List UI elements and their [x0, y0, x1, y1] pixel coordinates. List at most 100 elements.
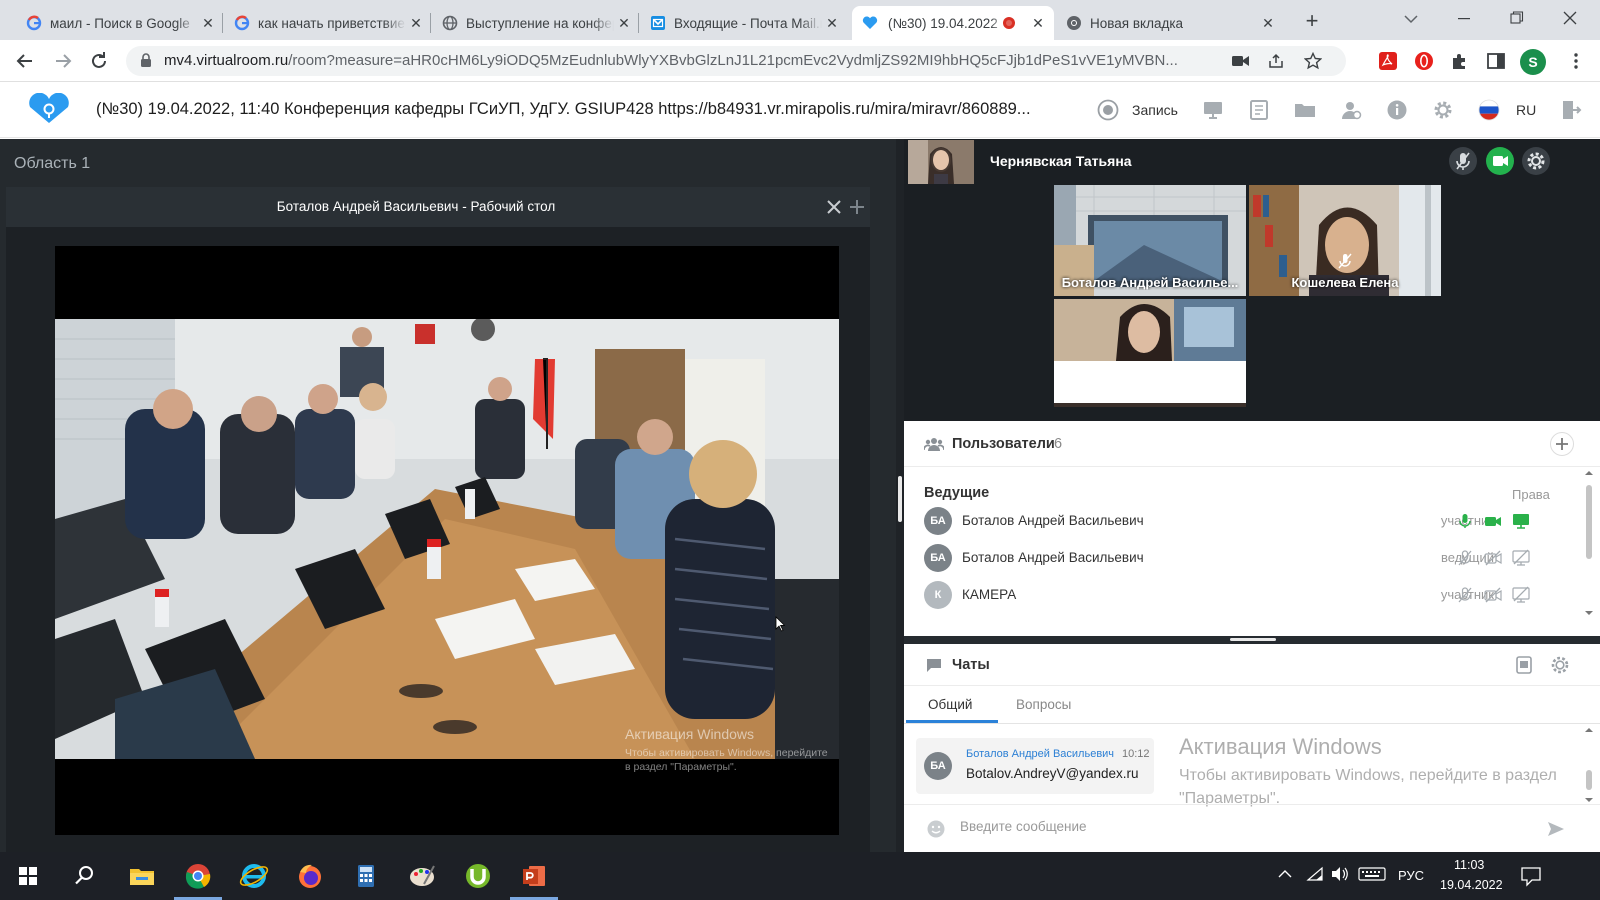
profile-avatar[interactable]: S — [1520, 49, 1546, 75]
paint-icon[interactable] — [406, 860, 438, 892]
user-row[interactable]: БА Боталов Андрей Васильевич ведущий — [924, 542, 1560, 576]
user-row[interactable]: БА Боталов Андрей Васильевич участник — [924, 505, 1560, 539]
forward-arrow-icon[interactable] — [52, 50, 74, 72]
scroll-up-icon[interactable] — [1584, 726, 1594, 734]
camera-on-icon[interactable] — [1484, 512, 1502, 530]
users-scroll-thumb[interactable] — [1586, 485, 1592, 559]
scroll-down-icon[interactable] — [1584, 609, 1594, 617]
close-panel-icon[interactable] — [824, 197, 844, 217]
browser-tab-greeting-search[interactable]: как начать приветствие ✕ — [234, 6, 424, 40]
chat-export-icon[interactable] — [1514, 655, 1534, 675]
user-role[interactable]: участник — [1384, 513, 1494, 528]
add-user-button[interactable] — [1550, 432, 1574, 456]
clock-time[interactable]: 11:03 — [1454, 858, 1484, 872]
bookmark-star-icon[interactable] — [1304, 52, 1322, 70]
video-tile-participant[interactable]: Боталов Андрей Василье... — [1054, 185, 1246, 296]
tab-questions[interactable]: Вопросы — [1016, 697, 1071, 712]
browser-tab-speech[interactable]: Выступление на конференции ✕ — [442, 6, 632, 40]
message-text[interactable]: Botalov.AndreyV@yandex.ru — [966, 766, 1139, 781]
record-icon[interactable] — [1097, 99, 1119, 121]
folder-icon[interactable] — [1294, 99, 1316, 121]
russia-flag-icon[interactable] — [1478, 99, 1500, 121]
camera-off-icon[interactable] — [1484, 586, 1502, 604]
camera-off-icon[interactable] — [1484, 549, 1502, 567]
scroll-up-icon[interactable] — [1584, 469, 1594, 477]
internet-explorer-icon[interactable] — [238, 860, 270, 892]
tab-close-icon[interactable]: ✕ — [824, 15, 840, 31]
horizontal-splitter-grip[interactable] — [1230, 638, 1276, 641]
notifications-icon[interactable] — [1520, 865, 1542, 887]
minimize-icon[interactable] — [1458, 18, 1472, 20]
info-icon[interactable] — [1386, 99, 1408, 121]
windows-start-icon[interactable] — [12, 860, 44, 892]
screen-share-on-icon[interactable] — [1512, 512, 1530, 530]
side-panel-icon[interactable] — [1486, 51, 1506, 71]
calculator-icon[interactable] — [350, 860, 382, 892]
restore-icon[interactable] — [1510, 11, 1524, 25]
file-explorer-icon[interactable] — [126, 860, 158, 892]
tab-close-icon[interactable]: ✕ — [616, 15, 632, 31]
message-input[interactable] — [960, 819, 1520, 834]
address-bar[interactable]: mv4.virtualroom.ru/room?measure=aHR0cHM6… — [126, 46, 1346, 76]
user-role[interactable]: ведущий — [1384, 550, 1494, 565]
user-row[interactable]: К КАМЕРА участник — [924, 579, 1560, 613]
chat-settings-gear-icon[interactable] — [1550, 655, 1570, 675]
close-window-icon[interactable] — [1562, 10, 1578, 26]
url-text[interactable]: mv4.virtualroom.ru/room?measure=aHR0cHM6… — [164, 52, 1224, 69]
tab-close-icon[interactable]: ✕ — [200, 15, 216, 31]
browser-tab-new[interactable]: Новая вкладка ✕ — [1066, 6, 1276, 40]
add-panel-icon[interactable] — [847, 197, 867, 217]
chat-scrollbar[interactable] — [1584, 726, 1594, 804]
send-icon[interactable] — [1546, 819, 1566, 839]
presentation-icon[interactable] — [1202, 99, 1224, 121]
screen-share-off-icon[interactable] — [1512, 549, 1530, 567]
self-mic-toggle[interactable] — [1449, 147, 1477, 175]
tab-close-icon[interactable]: ✕ — [1030, 15, 1046, 31]
share-icon[interactable] — [1268, 53, 1286, 69]
reload-icon[interactable] — [88, 50, 110, 72]
lock-icon[interactable] — [140, 53, 152, 69]
extensions-puzzle-icon[interactable] — [1450, 51, 1470, 71]
users-settings-icon[interactable] — [1340, 99, 1362, 121]
video-settings-button[interactable] — [1522, 147, 1550, 175]
new-tab-button[interactable]: + — [1300, 10, 1324, 34]
firefox-icon[interactable] — [294, 860, 326, 892]
chat-message[interactable]: БА Боталов Андрей Васильевич 10:12 Botal… — [916, 738, 1154, 794]
settings-gear-icon[interactable] — [1432, 99, 1454, 121]
tray-chevron-up-icon[interactable] — [1278, 869, 1292, 879]
utorrent-icon[interactable] — [462, 860, 494, 892]
tab-close-icon[interactable]: ✕ — [408, 15, 424, 31]
camera-blocked-icon[interactable] — [1232, 54, 1250, 68]
browser-tab-google-search[interactable]: маил - Поиск в Google ✕ — [26, 6, 216, 40]
tab-search-chevron-icon[interactable] — [1404, 14, 1418, 24]
mic-on-icon[interactable] — [1456, 512, 1474, 530]
user-role[interactable]: участник — [1384, 587, 1494, 602]
mirapolis-logo-icon[interactable] — [28, 93, 70, 125]
tab-close-icon[interactable]: ✕ — [1260, 15, 1276, 31]
powerpoint-icon[interactable] — [518, 860, 550, 892]
chat-scroll-thumb[interactable] — [1586, 770, 1592, 790]
search-icon[interactable] — [68, 860, 100, 892]
emoji-icon[interactable] — [926, 819, 946, 839]
volume-icon[interactable] — [1330, 866, 1350, 882]
self-camera-toggle[interactable] — [1486, 147, 1514, 175]
input-language[interactable]: РУС — [1398, 868, 1424, 883]
clock-date[interactable]: 19.04.2022 — [1440, 878, 1503, 892]
keyboard-icon[interactable] — [1358, 867, 1386, 881]
scroll-down-icon[interactable] — [1584, 796, 1594, 804]
back-arrow-icon[interactable] — [14, 50, 36, 72]
self-video-thumbnail[interactable] — [908, 140, 974, 184]
record-label[interactable]: Запись — [1132, 102, 1178, 118]
video-tile-participant[interactable] — [1054, 299, 1246, 407]
language-label[interactable]: RU — [1516, 102, 1536, 118]
shared-screen-video[interactable]: Активация Windows Чтобы активировать Win… — [55, 246, 839, 835]
tab-general-chat[interactable]: Общий — [928, 697, 972, 712]
exit-icon[interactable] — [1560, 99, 1582, 121]
chrome-icon[interactable] — [182, 860, 214, 892]
screen-share-off-icon[interactable] — [1512, 586, 1530, 604]
acrobat-extension-icon[interactable] — [1378, 51, 1398, 71]
browser-tab-mail[interactable]: Входящие - Почта Mail.ru ✕ — [650, 6, 840, 40]
network-wifi-icon[interactable] — [1306, 866, 1324, 882]
mic-off-icon[interactable] — [1456, 549, 1474, 567]
video-tile-participant[interactable]: Кошелева Елена — [1249, 185, 1441, 296]
